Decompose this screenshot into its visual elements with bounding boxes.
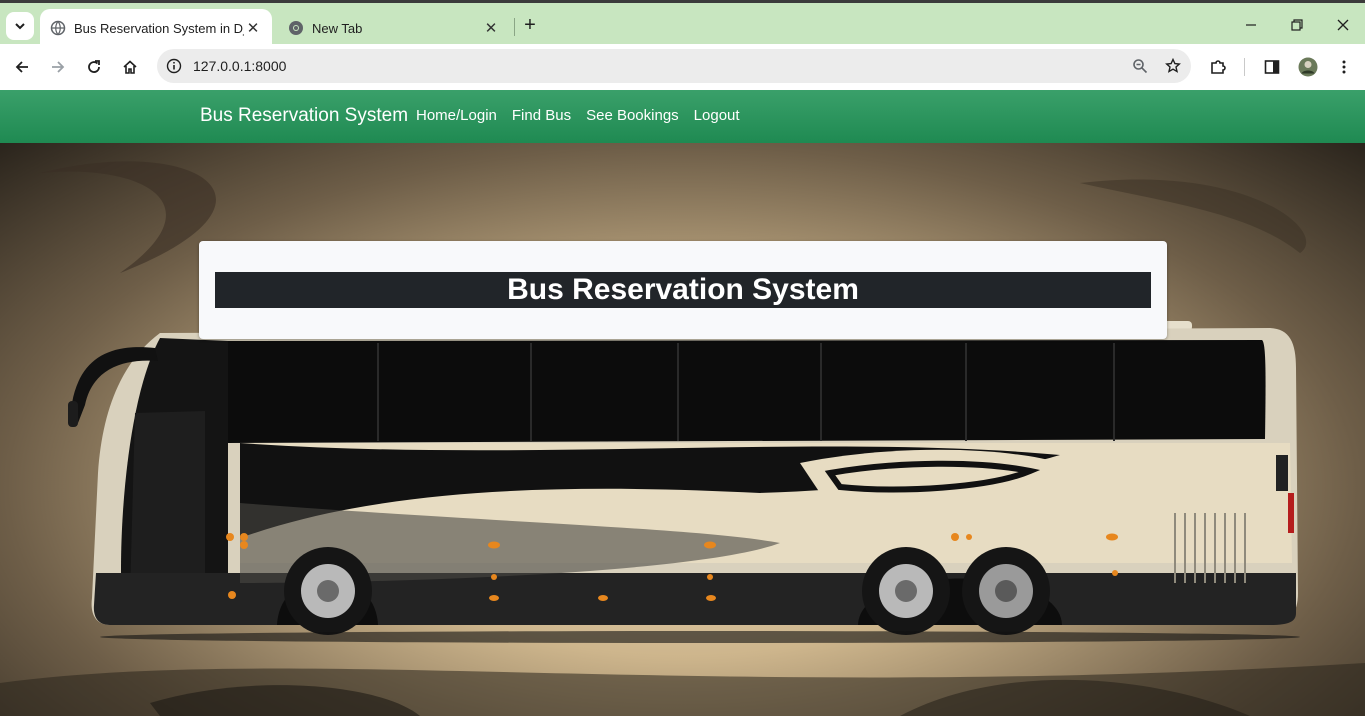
new-tab-button[interactable]: + — [519, 14, 541, 36]
bus-illustration — [0, 161, 1365, 716]
navbar-links: Home/Login Find Bus See Bookings Logout — [416, 107, 740, 124]
tab-search-button[interactable] — [6, 12, 34, 40]
site-navbar: Bus Reservation System Home/Login Find B… — [0, 90, 1365, 143]
restore-button[interactable] — [1274, 11, 1320, 39]
kebab-menu-icon — [1342, 60, 1346, 74]
tab-new-tab[interactable]: New Tab ✕ — [278, 9, 510, 47]
reload-icon — [88, 60, 100, 73]
nav-link-find-bus[interactable]: Find Bus — [512, 107, 571, 124]
reload-button[interactable] — [79, 52, 109, 82]
web-page: Bus Reservation System Home/Login Find B… — [0, 90, 1365, 716]
zoom-icon[interactable] — [1125, 51, 1155, 81]
navbar-brand[interactable]: Bus Reservation System — [200, 105, 408, 127]
toolbar-divider — [1244, 58, 1245, 76]
tab-bus-reservation[interactable]: Bus Reservation System in Djan ✕ — [40, 9, 272, 47]
side-panel-button[interactable] — [1257, 52, 1287, 82]
browser-tabstrip: Bus Reservation System in Djan ✕ New Tab… — [0, 0, 1365, 47]
extensions-button[interactable] — [1203, 52, 1233, 82]
home-button[interactable] — [115, 52, 145, 82]
close-icon[interactable]: ✕ — [244, 19, 262, 37]
minimize-icon — [1246, 24, 1256, 26]
restore-icon — [1291, 19, 1303, 31]
home-icon — [123, 60, 137, 74]
puzzle-icon — [1211, 60, 1226, 74]
chevron-down-icon — [15, 23, 25, 30]
menu-button[interactable] — [1329, 52, 1359, 82]
arrow-left-icon — [15, 61, 28, 73]
close-icon[interactable]: ✕ — [482, 19, 500, 37]
arrow-right-icon — [52, 61, 65, 73]
minimize-button[interactable] — [1228, 11, 1274, 39]
url-text[interactable]: 127.0.0.1:8000 — [193, 58, 1125, 74]
close-icon — [1337, 19, 1349, 31]
site-info-icon[interactable] — [159, 51, 189, 81]
page-title: Bus Reservation System — [215, 272, 1151, 308]
forward-button[interactable] — [43, 52, 73, 82]
bookmark-star-icon[interactable] — [1158, 51, 1188, 81]
tab-divider — [514, 18, 515, 36]
back-button[interactable] — [7, 52, 37, 82]
nav-link-logout[interactable]: Logout — [694, 107, 740, 124]
tab-title: New Tab — [312, 20, 363, 36]
side-panel-icon — [1264, 60, 1280, 74]
title-card: Bus Reservation System — [199, 241, 1167, 339]
profile-button[interactable] — [1293, 52, 1323, 82]
avatar — [1298, 57, 1318, 77]
address-bar[interactable]: 127.0.0.1:8000 — [157, 49, 1191, 83]
globe-icon — [50, 20, 66, 36]
nav-link-see-bookings[interactable]: See Bookings — [586, 107, 679, 124]
hero-background: Bus Reservation System — [0, 143, 1365, 716]
tab-title: Bus Reservation System in Djan — [74, 20, 244, 36]
nav-link-home-login[interactable]: Home/Login — [416, 107, 497, 124]
browser-toolbar: 127.0.0.1:8000 — [0, 44, 1365, 90]
chrome-icon — [289, 21, 303, 35]
window-close-button[interactable] — [1320, 11, 1365, 39]
